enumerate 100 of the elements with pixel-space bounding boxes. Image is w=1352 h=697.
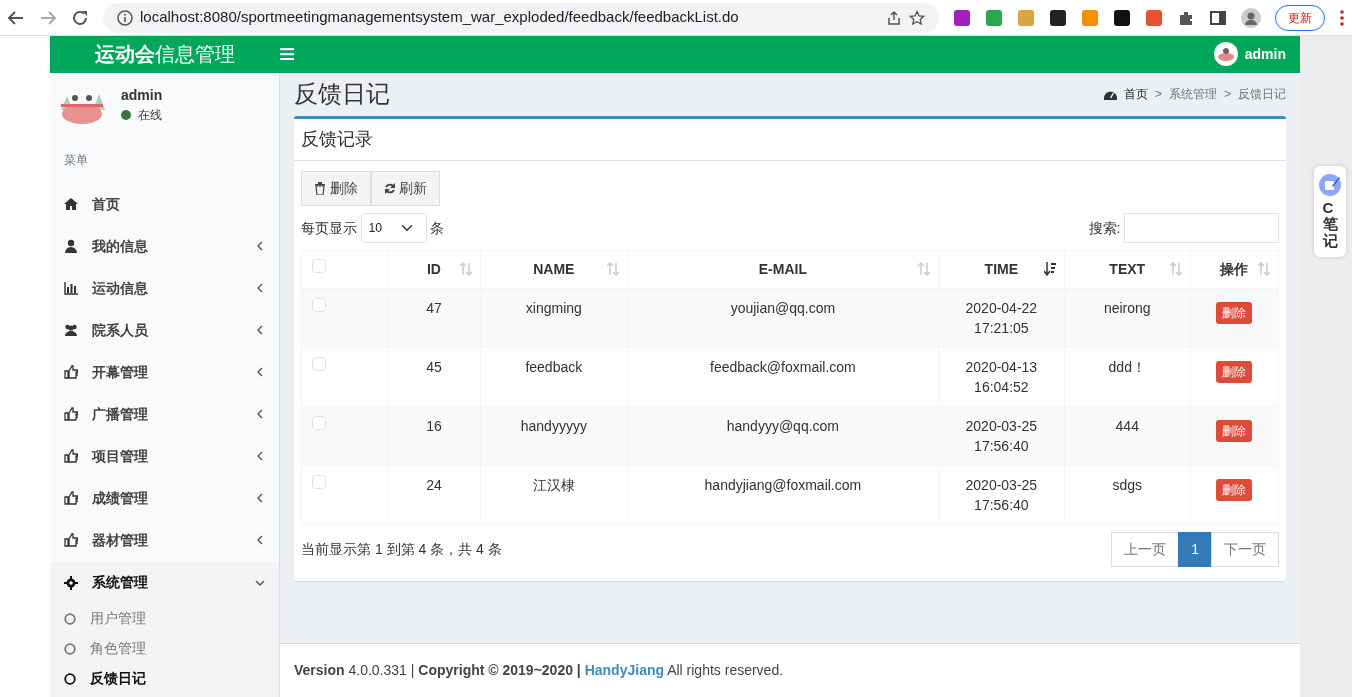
breadcrumb-item: 反馈日记 <box>1238 86 1286 104</box>
sidebar-icon[interactable] <box>1209 8 1227 27</box>
page-button[interactable]: 下一页 <box>1211 532 1279 568</box>
extension-icon[interactable] <box>953 8 971 27</box>
row-checkbox[interactable] <box>312 298 326 313</box>
table-cell: feedback@foxmail.com <box>710 359 856 376</box>
chevron-left-icon <box>255 241 265 252</box>
table-cell-text: 2020-04-13 16:04:52 <box>964 358 1039 398</box>
menu-icon[interactable] <box>280 48 294 61</box>
submenu-item[interactable]: 角色管理 <box>50 633 279 664</box>
column-header[interactable]: NAME <box>533 261 575 278</box>
table-cell: neirong <box>1103 300 1151 317</box>
trash-icon <box>314 182 326 196</box>
delete-button[interactable]: 删除 <box>1216 360 1253 383</box>
table-cell: handyjiang@foxmail.com <box>704 477 862 494</box>
user-name: admin <box>121 86 163 106</box>
notes-label: C笔记 <box>1322 199 1338 249</box>
row-checkbox[interactable] <box>312 475 326 490</box>
chevron-left-icon <box>255 367 265 378</box>
sidebar-item[interactable]: 运动信息 <box>50 267 279 310</box>
sidebar-item[interactable]: 首页 <box>50 183 279 226</box>
column-header[interactable]: TEXT <box>1109 261 1146 278</box>
sidebar-item[interactable]: 成绩管理 <box>50 477 279 520</box>
chevron-left-icon <box>255 325 265 336</box>
page-title: 反馈日记 <box>294 79 390 109</box>
page-size-select[interactable]: 10 <box>360 213 427 244</box>
table-cell: feedback <box>525 359 583 376</box>
page-button[interactable]: 上一页 <box>1111 532 1180 568</box>
sidebar-item[interactable]: 项目管理 <box>50 435 279 478</box>
status-text: 在线 <box>138 107 162 125</box>
select-all-checkbox[interactable] <box>312 259 326 274</box>
logo-text: 运动会信息管理 <box>94 42 236 68</box>
table-cell: 45 <box>426 359 442 376</box>
circle-icon <box>64 612 76 625</box>
update-button[interactable]: 更新 <box>1275 4 1325 31</box>
search-field[interactable] <box>1124 213 1279 244</box>
profile-icon[interactable] <box>1241 7 1261 28</box>
notes-widget[interactable]: C笔记 <box>1314 166 1346 257</box>
table-cell: 江汉棣 <box>532 477 575 494</box>
extension-icon[interactable] <box>1113 8 1131 27</box>
table-cell: xingming <box>525 300 582 317</box>
row-checkbox[interactable] <box>312 357 326 372</box>
breadcrumb-separator: > <box>1224 86 1231 104</box>
delete-button[interactable]: 删除 <box>1216 301 1253 324</box>
box-title: 反馈记录 <box>301 128 373 149</box>
extension-icon[interactable] <box>1049 8 1067 27</box>
table-cell-text: 2020-03-25 17:56:40 <box>964 417 1039 457</box>
column-header[interactable]: 操作 <box>1220 261 1249 278</box>
table-cell-text: 2020-03-25 17:56:40 <box>964 476 1039 516</box>
users-icon <box>64 323 78 338</box>
sidebar-item[interactable]: 我的信息 <box>50 225 279 268</box>
more-icon[interactable] <box>1339 8 1345 27</box>
user-icon <box>64 239 78 254</box>
sidebar-item[interactable]: 院系人员 <box>50 309 279 352</box>
table-cell: 47 <box>426 300 442 317</box>
length-unit: 条 <box>430 218 444 238</box>
delete-button[interactable]: 删除 <box>301 171 371 207</box>
breadcrumb-item[interactable]: 系统管理 <box>1169 85 1217 104</box>
note-icon <box>1319 174 1341 196</box>
sidebar-item[interactable]: 广播管理 <box>50 393 279 436</box>
delete-button[interactable]: 删除 <box>1216 419 1253 442</box>
table-info: 当前显示第 1 到第 4 条，共 4 条 <box>301 540 502 560</box>
table-cell: 24 <box>426 477 442 494</box>
chevron-left-icon <box>255 535 265 546</box>
back-icon[interactable] <box>7 8 25 27</box>
home-icon <box>64 197 78 212</box>
delete-button[interactable]: 删除 <box>1216 478 1253 501</box>
table-cell: ddd！ <box>1108 359 1146 376</box>
length-label: 每页显示 <box>301 218 357 238</box>
sidebar-item[interactable]: 器材管理 <box>50 519 279 562</box>
chevron-left-icon <box>255 409 265 420</box>
column-header[interactable]: ID <box>426 261 441 278</box>
chevron-left-icon <box>255 451 265 462</box>
column-header[interactable]: TIME <box>984 261 1019 278</box>
sidebar-item[interactable]: 系统管理 <box>50 561 279 604</box>
bar-chart-icon <box>64 281 78 296</box>
reload-icon[interactable] <box>71 8 89 27</box>
table-cell: sdgs <box>1112 477 1143 494</box>
table-cell: handyyy@qq.com <box>726 418 840 435</box>
sidebar-item[interactable]: 开幕管理 <box>50 351 279 394</box>
table-cell: handyyyyy <box>520 418 587 435</box>
menu-header: 菜单 <box>63 151 89 169</box>
status-dot-icon <box>121 110 131 121</box>
share-icon[interactable] <box>886 9 902 26</box>
chevron-left-icon <box>255 493 265 504</box>
submenu-item[interactable]: 反馈日记 <box>50 663 279 694</box>
chevron-left-icon <box>255 283 265 294</box>
info-icon <box>117 9 133 26</box>
row-checkbox[interactable] <box>312 416 326 431</box>
star-icon[interactable] <box>909 9 925 26</box>
forward-icon[interactable] <box>39 8 57 27</box>
page-button[interactable]: 1 <box>1178 532 1212 568</box>
table-cell: 444 <box>1115 418 1139 435</box>
column-header[interactable]: E-MAIL <box>758 261 807 278</box>
footer-link[interactable]: HandyJiang <box>584 662 665 678</box>
submenu-item[interactable]: 用户管理 <box>50 603 279 634</box>
refresh-button[interactable]: 刷新 <box>370 171 440 207</box>
table-cell: 16 <box>426 418 442 435</box>
breadcrumb-item[interactable]: 首页 <box>1123 85 1148 104</box>
footer-text: Version 4.0.0.331 | Copyright © 2019~2020 | HandyJiang All rights reserved. <box>294 661 784 680</box>
